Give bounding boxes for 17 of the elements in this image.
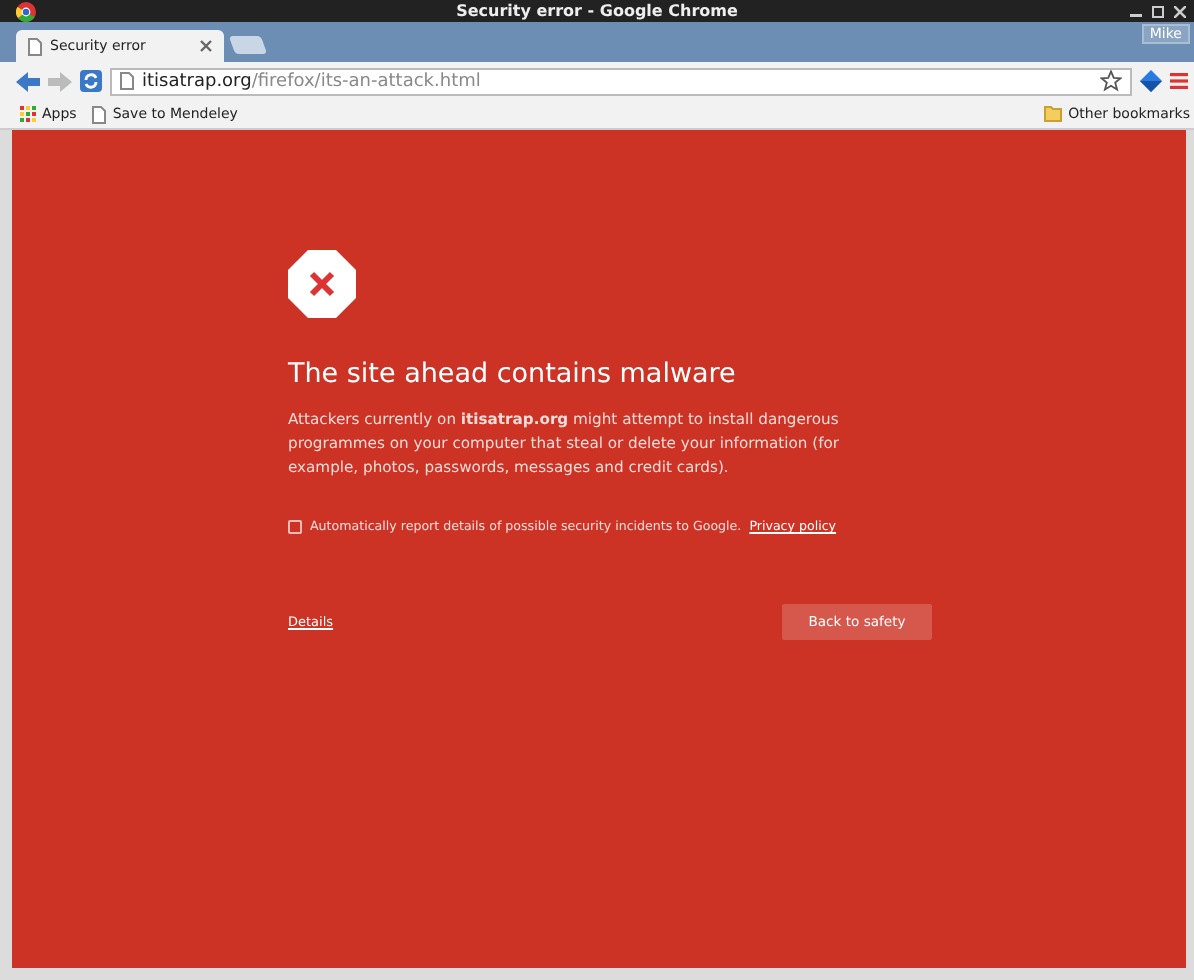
url-text: itisatrap.org/firefox/its-an-attack.html — [142, 71, 483, 91]
star-icon[interactable] — [1100, 70, 1122, 92]
close-icon[interactable] — [200, 40, 212, 52]
chrome-logo-icon — [16, 1, 36, 21]
back-icon[interactable] — [16, 71, 40, 91]
apps-grid-icon — [20, 106, 36, 122]
extension-icon[interactable] — [1140, 70, 1162, 92]
maximize-icon[interactable] — [1152, 5, 1164, 17]
stop-sign-icon — [288, 250, 356, 318]
folder-icon — [1044, 106, 1063, 122]
menu-icon[interactable] — [1170, 72, 1188, 90]
report-checkbox[interactable] — [288, 520, 302, 535]
address-bar[interactable]: itisatrap.org/firefox/its-an-attack.html — [110, 67, 1132, 95]
warning-heading: The site ahead contains malware — [288, 358, 736, 390]
window-title: Security error - Google Chrome — [456, 2, 738, 20]
reload-icon[interactable] — [80, 70, 102, 92]
page-icon — [28, 37, 42, 55]
